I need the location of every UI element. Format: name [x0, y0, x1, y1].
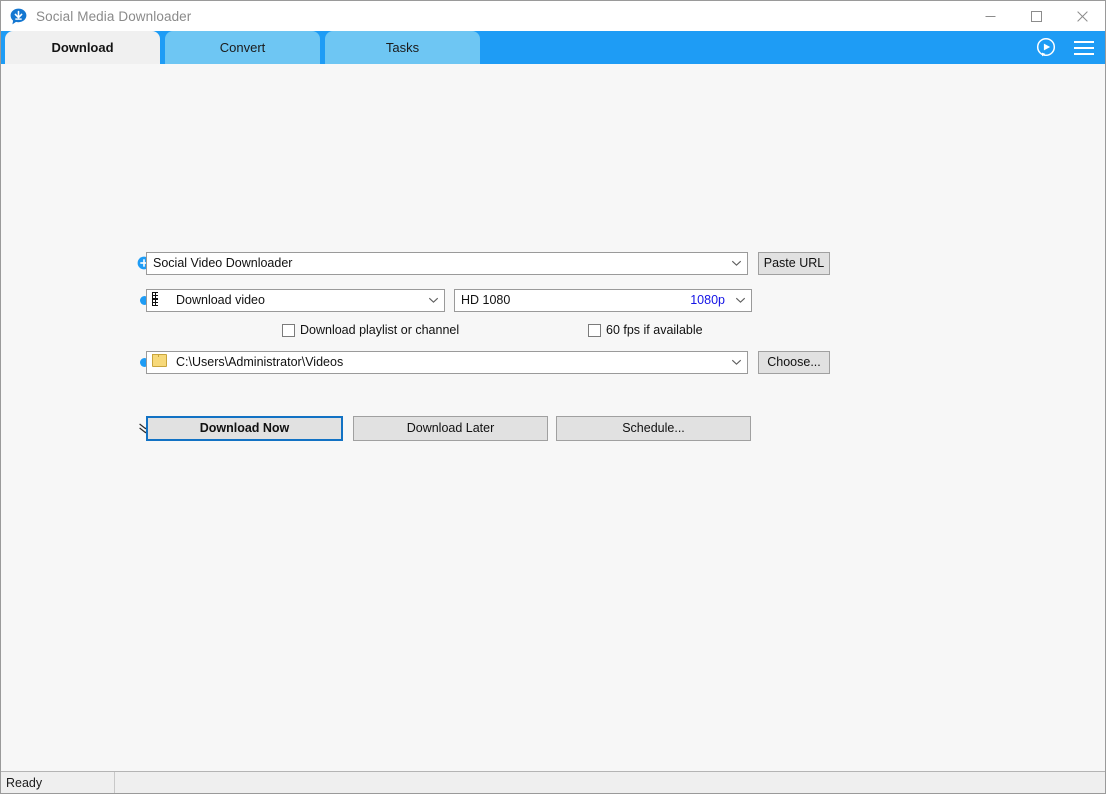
- tab-label: Convert: [220, 40, 266, 55]
- window-controls: [967, 1, 1105, 31]
- tab-tasks[interactable]: Tasks: [325, 31, 480, 64]
- checkbox-label: 60 fps if available: [606, 323, 703, 337]
- tab-label: Tasks: [386, 40, 419, 55]
- download-mode-select[interactable]: Download video: [146, 289, 445, 312]
- chevron-down-icon[interactable]: [725, 358, 747, 366]
- paste-url-button[interactable]: Paste URL: [758, 252, 830, 275]
- minimize-button[interactable]: [967, 1, 1013, 31]
- url-row: URL: Social Video Downloader Paste URL: [1, 250, 1105, 276]
- download-now-label: Download Now: [200, 421, 290, 435]
- save-to-folder-label-group: Save to folder:: [1, 355, 146, 370]
- url-input[interactable]: Social Video Downloader: [146, 252, 748, 275]
- chevron-down-icon[interactable]: [422, 296, 444, 304]
- chevron-down-icon[interactable]: [725, 259, 747, 267]
- checkbox-box[interactable]: [282, 324, 295, 337]
- choose-folder-label: Choose...: [767, 355, 821, 369]
- url-value: Social Video Downloader: [147, 256, 725, 270]
- status-text: Ready: [1, 776, 42, 790]
- download-now-button[interactable]: Download Now: [146, 416, 343, 441]
- folder-icon: [152, 354, 168, 370]
- maximize-button[interactable]: [1013, 1, 1059, 31]
- folder-path-input[interactable]: C:\Users\Administrator\Videos: [146, 351, 748, 374]
- quality-value: HD 1080: [455, 293, 690, 307]
- paste-url-label: Paste URL: [764, 256, 824, 270]
- application-window: Social Media Downloader Download Convert…: [0, 0, 1106, 794]
- download-what-label-group: Download what:: [1, 293, 146, 308]
- tab-label: Download: [51, 40, 113, 55]
- window-title: Social Media Downloader: [36, 9, 191, 24]
- download-mode-value: Download video: [170, 293, 422, 307]
- checkbox-box[interactable]: [588, 324, 601, 337]
- film-strip-icon: [152, 292, 168, 308]
- download-what-row: Download what: Download video H: [1, 287, 1105, 313]
- checkbox-download-playlist[interactable]: Download playlist or channel: [282, 323, 582, 337]
- tab-strip-actions: [1033, 31, 1097, 64]
- checkbox-60fps[interactable]: 60 fps if available: [588, 323, 703, 337]
- tab-strip: Download Convert Tasks: [1, 31, 1105, 64]
- chevron-down-icon[interactable]: [729, 296, 751, 304]
- url-label-group: URL:: [1, 256, 146, 271]
- download-later-button[interactable]: Download Later: [353, 416, 548, 441]
- status-bar-separator: [114, 772, 115, 793]
- choose-folder-button[interactable]: Choose...: [758, 351, 830, 374]
- checkbox-label: Download playlist or channel: [300, 323, 459, 337]
- close-button[interactable]: [1059, 1, 1105, 31]
- action-buttons-row: More Options Download Now Download Later…: [1, 415, 1105, 441]
- save-to-folder-row: Save to folder: C:\Users\Administrator\V…: [1, 349, 1105, 375]
- schedule-button[interactable]: Schedule...: [556, 416, 751, 441]
- quality-tag: 1080p: [690, 293, 729, 307]
- download-later-label: Download Later: [407, 421, 495, 435]
- tab-convert[interactable]: Convert: [165, 31, 320, 64]
- tab-download[interactable]: Download: [5, 31, 160, 64]
- quality-select[interactable]: HD 1080 1080p: [454, 289, 752, 312]
- folder-path-value: C:\Users\Administrator\Videos: [170, 355, 725, 369]
- hamburger-menu-icon[interactable]: [1071, 35, 1097, 61]
- content-area: URL: Social Video Downloader Paste URL D…: [1, 64, 1105, 771]
- status-bar: Ready: [1, 771, 1105, 793]
- title-bar: Social Media Downloader: [1, 1, 1105, 31]
- more-options-toggle[interactable]: More Options: [1, 421, 146, 436]
- play-circle-icon[interactable]: [1033, 35, 1059, 61]
- schedule-label: Schedule...: [622, 421, 685, 435]
- options-checkbox-row: Download playlist or channel 60 fps if a…: [1, 319, 1105, 341]
- app-icon: [10, 8, 27, 25]
- download-form: URL: Social Video Downloader Paste URL D…: [1, 250, 1105, 441]
